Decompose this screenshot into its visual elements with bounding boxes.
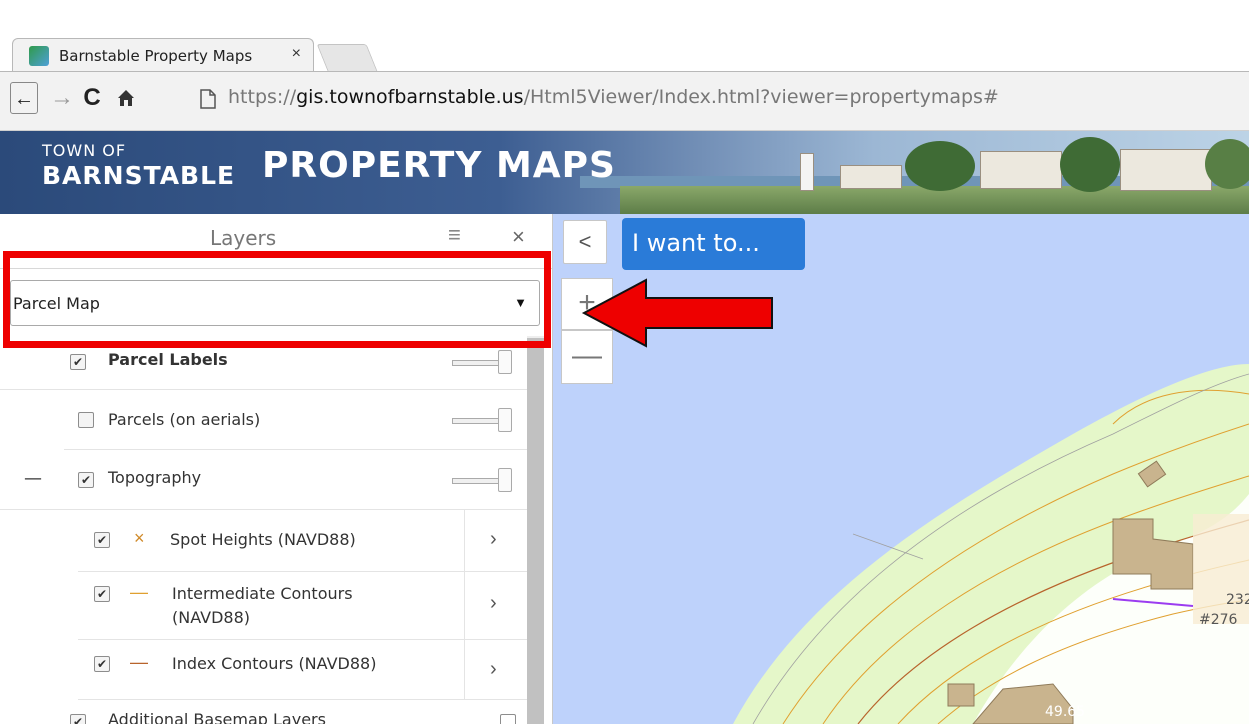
layer-checkbox[interactable]: ✔ [94, 532, 110, 548]
layer-checkbox[interactable]: ✔ [94, 656, 110, 672]
tab-title: Barnstable Property Maps [59, 47, 253, 65]
browser-toolbar: ← → C https://gis.townofbarnstable.us/Ht… [0, 71, 1249, 131]
app-header-banner: TOWN OF BARNSTABLE PROPERTY MAPS [0, 131, 1249, 214]
collapse-panel-button[interactable]: < [563, 220, 607, 264]
layer-checkbox[interactable]: ✔ [70, 354, 86, 370]
new-tab-button[interactable] [316, 44, 378, 71]
layer-row[interactable]: ✔ × Spot Heights (NAVD88) › [78, 510, 530, 572]
layer-row[interactable]: — ✔ Topography [0, 450, 530, 510]
banner-tree [1060, 137, 1120, 192]
spot-height-label: 49.65 [1045, 704, 1086, 720]
forward-button[interactable]: → [48, 82, 76, 114]
layer-label: Additional Basemap Layers [108, 710, 326, 724]
home-button[interactable] [112, 82, 140, 114]
spot-height-symbol-icon: × [134, 528, 145, 548]
layer-row[interactable]: ✔ — Index Contours (NAVD88) › [78, 640, 530, 700]
contour-symbol-icon: — [130, 582, 148, 602]
lighthouse [800, 153, 814, 191]
app-title: PROPERTY MAPS [262, 145, 616, 186]
menu-icon[interactable]: ≡ [448, 222, 461, 248]
opacity-slider[interactable] [452, 350, 512, 374]
town-name: BARNSTABLE [42, 161, 236, 190]
banner-house [980, 151, 1062, 189]
banner-house [840, 165, 902, 189]
banner-tree [905, 141, 975, 191]
layer-row[interactable]: ✔ Additional Basemap Layers [0, 700, 530, 724]
panel-scrollbar[interactable] [527, 338, 544, 724]
layer-checkbox[interactable]: ✔ [78, 472, 94, 488]
close-icon[interactable]: × [512, 224, 525, 250]
back-button[interactable]: ← [10, 82, 38, 114]
chevron-right-icon[interactable]: › [490, 592, 497, 615]
chevron-right-icon[interactable]: › [490, 528, 497, 551]
address-number-label: #276 [1199, 612, 1238, 628]
parcel-id-label: 23202900 [1226, 592, 1249, 608]
contour-symbol-icon: — [130, 652, 148, 672]
layer-checkbox[interactable] [78, 412, 94, 428]
browser-tab[interactable]: Barnstable Property Maps × [12, 38, 314, 72]
layer-checkbox[interactable]: ✔ [70, 714, 86, 724]
layer-label: Spot Heights (NAVD88) [170, 530, 356, 549]
i-want-to-button[interactable]: I want to... [622, 218, 805, 270]
collapse-icon[interactable]: — [24, 468, 42, 489]
layer-label-line2: (NAVD88) [172, 608, 250, 627]
chevron-right-icon[interactable]: › [490, 658, 497, 681]
url-text: https://gis.townofbarnstable.us/Html5Vie… [228, 86, 999, 108]
reload-button[interactable]: C [78, 82, 106, 114]
layer-label: Topography [108, 468, 202, 487]
layer-label: Intermediate Contours [172, 584, 353, 603]
favicon-icon [29, 46, 49, 66]
address-bar[interactable]: https://gis.townofbarnstable.us/Html5Vie… [200, 84, 1249, 116]
banner-house [1120, 149, 1212, 191]
layer-label: Parcels (on aerials) [108, 410, 261, 429]
opacity-slider[interactable] [452, 468, 512, 492]
panel-title: Layers [210, 226, 277, 250]
banner-tree [1205, 139, 1249, 189]
annotation-arrow-icon [581, 278, 773, 348]
home-icon [118, 90, 134, 106]
layer-row[interactable]: Parcels (on aerials) [64, 390, 530, 450]
layer-checkbox[interactable]: ✔ [94, 586, 110, 602]
town-of-text: TOWN OF [42, 141, 127, 160]
layer-toggle[interactable] [500, 714, 516, 724]
opacity-slider[interactable] [452, 408, 512, 432]
layer-label: Index Contours (NAVD88) [172, 654, 377, 673]
tab-close-icon[interactable]: × [292, 45, 301, 63]
layer-label: Parcel Labels [108, 350, 228, 369]
layer-row[interactable]: ✔ — Intermediate Contours (NAVD88) › [78, 572, 530, 640]
annotation-highlight-box [3, 251, 551, 348]
page-icon [200, 89, 218, 111]
